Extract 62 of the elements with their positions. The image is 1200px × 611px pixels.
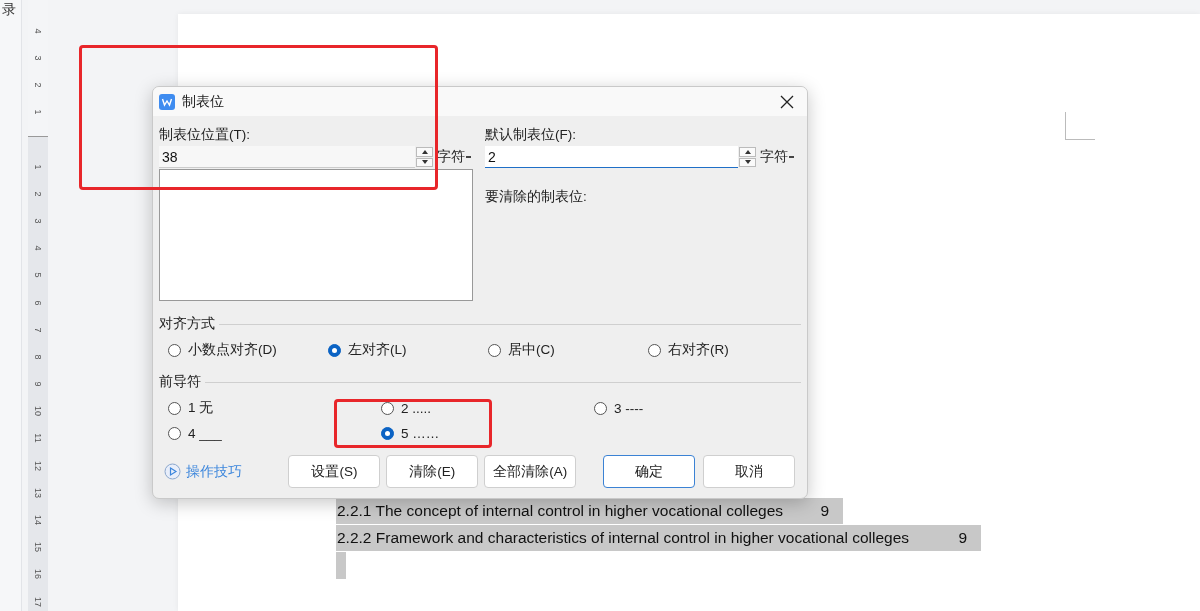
ruler-number: 2 <box>33 191 43 197</box>
radio-button[interactable] <box>328 343 341 357</box>
sidebar-label[interactable]: 录 <box>2 1 21 19</box>
radio-button[interactable] <box>594 401 607 415</box>
play-icon[interactable] <box>164 463 181 480</box>
ruler-number: 9 <box>33 381 43 387</box>
radio-button[interactable] <box>381 427 394 440</box>
dialog-button[interactable]: 设置(S) <box>288 455 381 488</box>
field-label: 制表位位置(T): <box>159 126 251 144</box>
ruler-number: 17 <box>33 596 43 607</box>
ruler-number: 1 <box>33 164 43 170</box>
ruler-number: 3 <box>33 55 43 61</box>
spinner-icon[interactable] <box>416 147 433 167</box>
dialog-button[interactable]: 全部清除(A) <box>484 455 577 488</box>
ruler-number: 3 <box>33 218 43 224</box>
ruler-number: 6 <box>33 300 43 306</box>
number-field[interactable]: 38 <box>159 146 415 168</box>
spinner-icon[interactable] <box>739 147 756 167</box>
radio-button[interactable] <box>488 343 501 357</box>
ok-button[interactable]: 确定 <box>603 455 696 488</box>
radio-button[interactable] <box>168 401 181 415</box>
radio-button[interactable] <box>168 427 181 440</box>
unit-dropdown[interactable]: 字符 <box>760 148 794 166</box>
ruler-number: 14 <box>33 515 43 526</box>
ruler-number: 15 <box>33 542 43 553</box>
radio-label[interactable]: 居中(C) <box>508 341 555 359</box>
section-title: 前导符 <box>159 373 201 391</box>
tab-stop-list[interactable] <box>159 169 473 301</box>
radio-button[interactable] <box>168 343 181 357</box>
ruler-number: 8 <box>33 354 43 360</box>
radio-label[interactable]: 4 ___ <box>188 426 222 441</box>
number-field[interactable]: 2 <box>485 146 738 168</box>
ruler-number: 10 <box>33 406 43 417</box>
field-label: 默认制表位(F): <box>485 126 577 144</box>
dialog-title: 制表位 <box>182 92 225 111</box>
section-title: 对齐方式 <box>159 315 215 333</box>
radio-label[interactable]: 2 ..... <box>401 400 431 416</box>
ruler-number: 5 <box>33 272 43 278</box>
field-label: 要清除的制表位: <box>485 188 588 206</box>
ruler-number: 4 <box>33 28 43 34</box>
ruler-number: 1 <box>33 109 43 115</box>
radio-label[interactable]: 5 …… <box>401 426 440 441</box>
radio-label[interactable]: 左对齐(L) <box>348 341 407 359</box>
ruler-number: 4 <box>33 245 43 251</box>
selection-mark <box>336 552 346 579</box>
corner-mark <box>1065 112 1095 140</box>
ruler-number: 12 <box>33 460 43 471</box>
radio-label[interactable]: 右对齐(R) <box>668 341 729 359</box>
dialog-button[interactable]: 清除(E) <box>386 455 479 488</box>
ruler-number: 11 <box>33 433 43 444</box>
close-icon[interactable] <box>779 93 795 110</box>
unit-dropdown[interactable]: 字符 <box>437 148 471 166</box>
ruler-number: 7 <box>33 327 43 333</box>
radio-button[interactable] <box>648 343 661 357</box>
radio-label[interactable]: 3 ---- <box>614 400 644 416</box>
app-logo-icon <box>159 93 175 110</box>
ruler-number: 16 <box>33 569 43 580</box>
radio-label[interactable]: 1 无 <box>188 399 214 417</box>
ruler-number: 2 <box>33 82 43 88</box>
dialog-button[interactable]: 取消 <box>703 455 795 488</box>
radio-label[interactable]: 小数点对齐(D) <box>188 341 277 359</box>
ruler-number: 13 <box>33 487 43 498</box>
